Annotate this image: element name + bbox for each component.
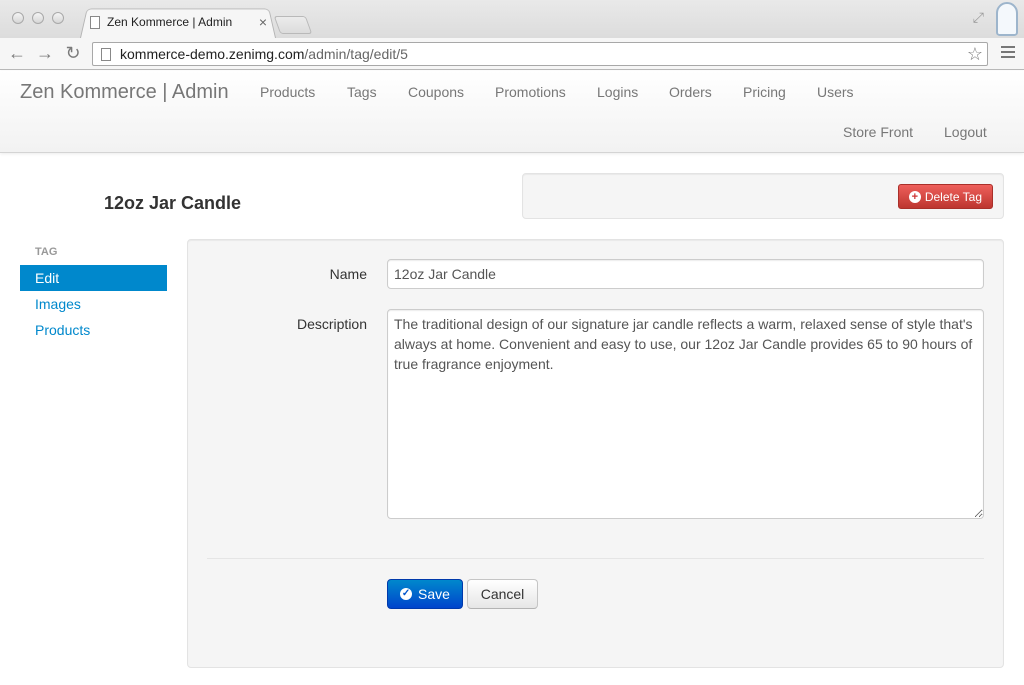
save-label: Save [418,586,450,602]
page-icon [90,15,100,29]
delete-tag-label: Delete Tag [924,189,982,204]
forward-icon[interactable]: → [35,43,55,63]
description-textarea[interactable]: The traditional design of our signature … [387,309,984,519]
page-title: 12oz Jar Candle [104,193,242,213]
sidebar-item-images[interactable]: Images [20,291,167,317]
nav-promotions[interactable]: Promotions [495,84,566,100]
nav-store-front[interactable]: Store Front [843,124,913,140]
address-bar[interactable]: kommerce-demo.zenimg.com /admin/tag/edit… [92,42,988,66]
nav-products[interactable]: Products [260,84,315,100]
form-divider [207,558,984,559]
nav-pricing[interactable]: Pricing [743,84,786,100]
page-icon [101,47,111,61]
cancel-button[interactable]: Cancel [467,579,538,609]
nav-orders[interactable]: Orders [669,84,712,100]
delete-tag-button[interactable]: + Delete Tag [897,184,993,209]
nav-logout[interactable]: Logout [944,124,987,140]
minimize-window-button[interactable] [32,12,44,24]
browser-titlebar: Zen Kommerce | Admin × ⤢ [0,0,1024,39]
nav-logins[interactable]: Logins [597,84,638,100]
name-label: Name [329,266,367,282]
tab-title: Zen Kommerce | Admin [107,15,233,29]
nav-users[interactable]: Users [817,84,854,100]
action-bar: + Delete Tag [522,173,1004,219]
back-icon[interactable]: ← [7,43,27,63]
save-button[interactable]: ✓ Save [387,579,463,609]
nav-coupons[interactable]: Coupons [408,84,464,100]
url-path: /admin/tag/edit/5 [304,46,408,62]
check-circle-icon: ✓ [400,588,413,600]
url-host: kommerce-demo.zenimg.com [120,46,305,62]
browser-menu-icon[interactable] [1001,46,1015,61]
sidebar-item-edit[interactable]: Edit [20,265,167,291]
zoom-window-button[interactable] [52,12,64,24]
brand-link[interactable]: Zen Kommerce | Admin [20,81,229,104]
bookmark-star-icon[interactable]: ☆ [967,44,983,65]
nav-tags[interactable]: Tags [347,84,377,100]
sidebar-header: Tag [35,246,58,258]
profile-avatar[interactable] [996,2,1018,36]
browser-tab-content[interactable]: Zen Kommerce | Admin × [90,12,270,32]
browser-toolbar: ← → ↻ kommerce-demo.zenimg.com /admin/ta… [0,38,1024,70]
new-tab-button[interactable] [273,16,313,34]
close-window-button[interactable] [12,12,24,24]
site-navbar: Zen Kommerce | Admin Products Tags Coupo… [0,71,1024,153]
name-input[interactable] [387,259,984,289]
fullscreen-icon[interactable]: ⤢ [973,9,984,26]
remove-circle-icon: + [908,190,921,203]
close-tab-icon[interactable]: × [256,14,270,30]
reload-icon[interactable]: ↻ [63,43,83,63]
sidebar-item-products[interactable]: Products [20,317,167,343]
description-label: Description [296,316,367,332]
